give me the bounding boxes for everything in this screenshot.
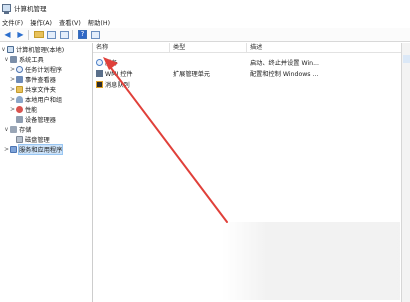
message-queue-icon (96, 81, 103, 88)
export-list-icon (60, 30, 69, 39)
menu-action[interactable]: 操作(A) (28, 18, 57, 27)
chevron-right-icon[interactable]: > (10, 86, 15, 93)
list-item-name-label: WMI 控件 (105, 70, 133, 78)
chevron-down-icon[interactable]: ∨ (4, 126, 9, 133)
tree-item-label: 计算机管理(本地) (16, 47, 65, 54)
clock-icon (16, 66, 23, 73)
device-manager-icon (16, 116, 23, 123)
services-apps-icon (10, 146, 17, 153)
help-button[interactable]: ? (77, 30, 88, 40)
computer-icon (7, 46, 14, 53)
performance-icon (16, 106, 23, 113)
chevron-right-icon[interactable]: > (4, 146, 9, 153)
list-item-name-label: 消息队列 (105, 81, 130, 89)
export-list-button[interactable] (59, 30, 70, 40)
console-tree-icon (47, 30, 56, 39)
title-bar: 计算机管理 (0, 0, 410, 16)
tools-icon (10, 56, 17, 63)
menu-help[interactable]: 帮助(H) (86, 18, 115, 27)
tree-item-label: 存储 (19, 127, 32, 134)
chevron-right-icon[interactable]: > (10, 96, 15, 103)
window-title: 计算机管理 (14, 5, 47, 13)
forward-button[interactable]: ▶ (15, 30, 26, 40)
toolbar-separator (28, 29, 29, 40)
properties-button[interactable] (90, 30, 101, 40)
list-item-description: 启动、终止并设置 Win... (250, 59, 319, 67)
tree-item-label: 磁盘管理 (25, 137, 50, 144)
list-item[interactable]: 服务 启动、终止并设置 Win... (93, 57, 401, 67)
tree-item-label: 事件查看器 (25, 77, 56, 84)
disk-icon (16, 136, 23, 143)
chevron-down-icon[interactable]: ∨ (1, 46, 6, 53)
tree-item-label: 本地用户和组 (25, 97, 63, 104)
toolbar: ◀ ▶ ? (0, 28, 410, 42)
tree-item-disk-management[interactable]: 磁盘管理 (16, 135, 50, 144)
tree-item-label: 共享文件夹 (25, 87, 56, 94)
list-item-name: 服务 (93, 58, 170, 67)
actions-pane-item[interactable] (403, 55, 410, 63)
tree-item-label: 设备管理器 (25, 117, 56, 124)
list-item[interactable]: WMI 控件 扩展管理单元 配置和控制 Windows ... (93, 68, 401, 78)
tree-item-task-scheduler[interactable]: > 任务计划程序 (10, 65, 62, 74)
list-item-description: 配置和控制 Windows ... (250, 70, 319, 78)
tree-item-services-apps[interactable]: > 服务和应用程序 (4, 144, 64, 155)
folder-up-icon (33, 31, 44, 38)
tree-item-storage[interactable]: ∨ 存储 (4, 125, 31, 134)
wmi-control-icon (96, 70, 103, 77)
tree-item-shared-folders[interactable]: > 共享文件夹 (10, 85, 56, 94)
up-level-button[interactable] (33, 30, 44, 40)
properties-icon (91, 30, 100, 39)
show-hide-tree-button[interactable] (46, 30, 57, 40)
list-item[interactable]: 消息队列 (93, 79, 401, 89)
menu-view[interactable]: 查看(V) (57, 18, 86, 27)
tree-item-device-manager[interactable]: 设备管理器 (16, 115, 56, 124)
toolbar-separator (72, 29, 73, 40)
chevron-down-icon[interactable]: ∨ (4, 56, 9, 63)
chevron-right-icon[interactable]: > (10, 76, 15, 83)
tree-item-local-users[interactable]: > 本地用户和组 (10, 95, 62, 104)
tree-item-label: 性能 (25, 107, 38, 114)
column-header-type[interactable]: 类型 (170, 43, 247, 53)
arrow-left-icon: ◀ (4, 29, 11, 39)
tree-item-system-tools[interactable]: ∨ 系统工具 (4, 55, 44, 64)
list-item-name: WMI 控件 (93, 69, 170, 78)
list-item-name: 消息队列 (93, 80, 170, 89)
menu-file[interactable]: 文件(F) (0, 18, 28, 27)
list-header: 名称 类型 描述 (93, 43, 401, 53)
blurred-region (222, 222, 400, 300)
chevron-right-icon[interactable]: > (10, 66, 15, 73)
services-icon (96, 59, 103, 66)
tree-item-performance[interactable]: > 性能 (10, 105, 37, 114)
arrow-right-icon: ▶ (17, 29, 24, 39)
shared-folder-icon (16, 86, 23, 93)
tree-item-event-viewer[interactable]: > 事件查看器 (10, 75, 56, 84)
tree-item-label: 任务计划程序 (25, 67, 63, 74)
help-icon: ? (78, 30, 87, 39)
computer-management-icon (2, 4, 11, 14)
users-icon (16, 96, 23, 103)
chevron-right-icon[interactable]: > (10, 106, 15, 113)
column-header-name[interactable]: 名称 (93, 43, 170, 53)
column-header-description[interactable]: 描述 (247, 43, 401, 53)
event-log-icon (16, 76, 23, 83)
menu-bar: 文件(F) 操作(A) 查看(V) 帮助(H) (0, 16, 410, 28)
console-tree: ∨ 计算机管理(本地) ∨ 系统工具 > 任务计划程序 > 事件查看器 > 共享… (0, 43, 93, 302)
back-button[interactable]: ◀ (2, 30, 13, 40)
tree-item-label: 服务和应用程序 (17, 144, 64, 155)
list-item-name-label: 服务 (105, 59, 118, 67)
actions-pane (401, 43, 410, 302)
tree-item-root[interactable]: ∨ 计算机管理(本地) (1, 45, 64, 54)
tree-item-label: 系统工具 (19, 57, 44, 64)
list-item-type: 扩展管理单元 (173, 70, 211, 78)
storage-icon (10, 126, 17, 133)
